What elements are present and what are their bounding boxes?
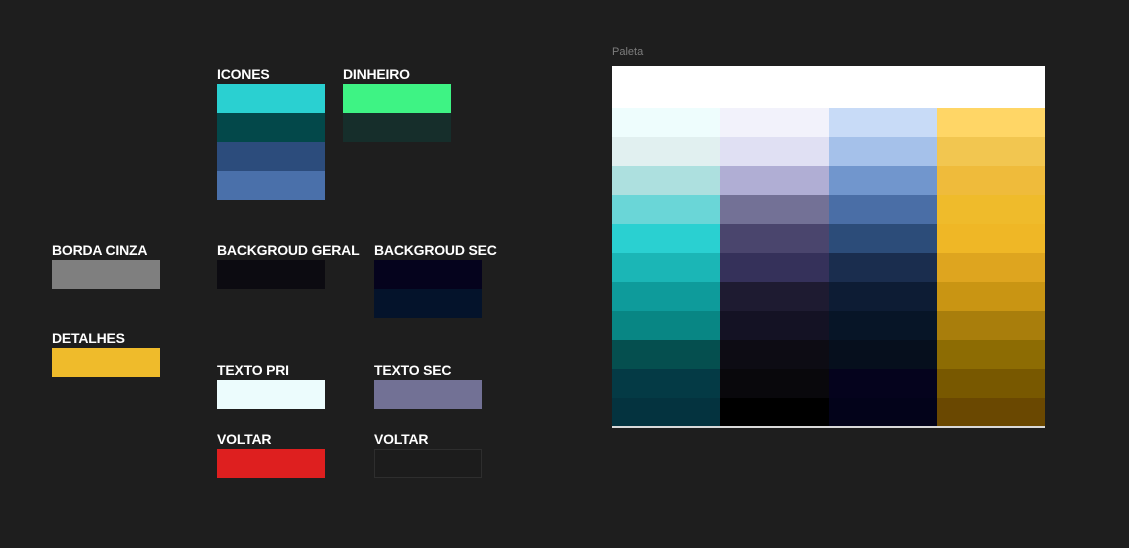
palette-cell-3-4[interactable] — [828, 195, 937, 224]
palette-cell-4-11[interactable] — [936, 398, 1045, 426]
group-detalhes: DETALHES — [52, 330, 160, 377]
group-label: ICONES — [217, 66, 270, 82]
palette-cell-4-7[interactable] — [936, 282, 1045, 311]
group-texto-sec: TEXTO SEC — [374, 362, 482, 409]
group-label: BORDA CINZA — [52, 242, 148, 258]
palette-frame[interactable] — [612, 66, 1045, 428]
color-swatch-dinheiro-1[interactable] — [343, 84, 451, 113]
group-label: DINHEIRO — [343, 66, 410, 82]
palette-cell-1-7[interactable] — [612, 282, 721, 311]
group-label: VOLTAR — [217, 431, 272, 447]
color-swatch-texto-sec-1[interactable] — [374, 380, 482, 409]
color-swatch-icones-1[interactable] — [217, 84, 325, 113]
color-swatch-icones-4[interactable] — [217, 171, 325, 200]
palette-cell-1-4[interactable] — [612, 195, 721, 224]
palette-cell-1-3[interactable] — [612, 166, 721, 195]
palette-cell-4-5[interactable] — [936, 224, 1045, 253]
group-texto-pri: TEXTO PRI — [217, 362, 325, 409]
palette-cell-3-8[interactable] — [828, 311, 937, 340]
palette-column-2 — [720, 108, 829, 426]
group-label: BACKGROUD GERAL — [217, 242, 360, 258]
palette-cell-3-7[interactable] — [828, 282, 937, 311]
palette-cell-2-7[interactable] — [720, 282, 829, 311]
palette-cell-1-1[interactable] — [612, 108, 721, 137]
palette-cell-2-11[interactable] — [720, 398, 829, 426]
palette-cell-2-5[interactable] — [720, 224, 829, 253]
palette-title: Paleta — [612, 46, 644, 58]
palette-cell-3-2[interactable] — [828, 137, 937, 166]
color-swatch-dinheiro-2[interactable] — [343, 113, 451, 142]
palette-cell-1-9[interactable] — [612, 340, 721, 369]
palette-cell-2-8[interactable] — [720, 311, 829, 340]
palette-cell-1-2[interactable] — [612, 137, 721, 166]
color-swatch-voltar-dark-1[interactable] — [374, 449, 482, 478]
palette-cell-3-11[interactable] — [828, 398, 937, 426]
palette-cell-2-2[interactable] — [720, 137, 829, 166]
group-borda-cinza: BORDA CINZA — [52, 242, 160, 289]
palette-cell-3-9[interactable] — [828, 340, 937, 369]
palette-cell-2-1[interactable] — [720, 108, 829, 137]
palette-cell-1-10[interactable] — [612, 369, 721, 398]
group-label: TEXTO SEC — [374, 362, 452, 378]
palette-cell-1-5[interactable] — [612, 224, 721, 253]
palette-cell-2-9[interactable] — [720, 340, 829, 369]
palette-cell-2-4[interactable] — [720, 195, 829, 224]
palette-divider — [612, 426, 1045, 428]
palette-column-3 — [828, 108, 937, 426]
group-backgroud-sec: BACKGROUD SEC — [374, 242, 497, 318]
palette-cell-3-1[interactable] — [828, 108, 937, 137]
palette-cell-4-6[interactable] — [936, 253, 1045, 282]
palette-cell-1-11[interactable] — [612, 398, 721, 426]
group-label: DETALHES — [52, 330, 125, 346]
color-swatch-icones-3[interactable] — [217, 142, 325, 171]
palette-cell-4-1[interactable] — [936, 108, 1045, 137]
color-swatch-detalhes-1[interactable] — [52, 348, 160, 377]
group-dinheiro: DINHEIRO — [343, 66, 451, 142]
palette-grid — [612, 108, 1045, 426]
color-swatch-backgroud-geral-1[interactable] — [217, 260, 325, 289]
palette-cell-2-10[interactable] — [720, 369, 829, 398]
palette-cell-4-10[interactable] — [936, 369, 1045, 398]
palette-column-1 — [612, 108, 721, 426]
palette-cell-3-3[interactable] — [828, 166, 937, 195]
group-label: VOLTAR — [374, 431, 429, 447]
color-swatch-texto-pri-1[interactable] — [217, 380, 325, 409]
palette-cell-3-5[interactable] — [828, 224, 937, 253]
palette-cell-1-6[interactable] — [612, 253, 721, 282]
palette-cell-2-3[interactable] — [720, 166, 829, 195]
palette-cell-3-6[interactable] — [828, 253, 937, 282]
color-swatch-borda-cinza-1[interactable] — [52, 260, 160, 289]
palette-cell-3-10[interactable] — [828, 369, 937, 398]
palette-cell-4-4[interactable] — [936, 195, 1045, 224]
palette-cell-4-3[interactable] — [936, 166, 1045, 195]
palette-cell-4-8[interactable] — [936, 311, 1045, 340]
color-swatch-voltar-red-1[interactable] — [217, 449, 325, 478]
color-swatch-backgroud-sec-1[interactable] — [374, 260, 482, 289]
palette-column-4 — [936, 108, 1045, 426]
color-swatch-backgroud-sec-2[interactable] — [374, 289, 482, 318]
group-voltar-dark: VOLTAR — [374, 431, 482, 478]
group-label: BACKGROUD SEC — [374, 242, 497, 258]
group-voltar-red: VOLTAR — [217, 431, 325, 478]
palette-cell-2-6[interactable] — [720, 253, 829, 282]
palette-cell-4-2[interactable] — [936, 137, 1045, 166]
group-icones: ICONES — [217, 66, 325, 200]
color-swatch-icones-2[interactable] — [217, 113, 325, 142]
group-backgroud-geral: BACKGROUD GERAL — [217, 242, 360, 289]
palette-cell-4-9[interactable] — [936, 340, 1045, 369]
palette-cell-1-8[interactable] — [612, 311, 721, 340]
group-label: TEXTO PRI — [217, 362, 289, 378]
palette-header-swatch — [612, 66, 1045, 108]
